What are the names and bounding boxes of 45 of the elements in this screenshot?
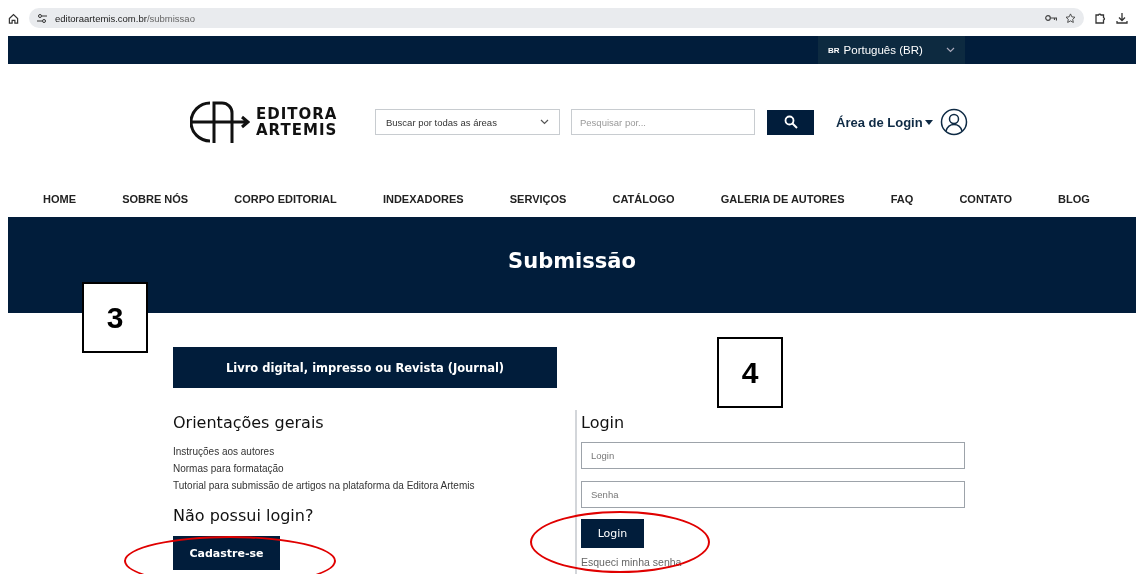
login-menu[interactable]: Área de Login: [836, 114, 933, 130]
address-bar[interactable]: editoraartemis.com.br/submissao: [29, 8, 1084, 28]
step-number: 3: [82, 282, 148, 353]
section-title: Login: [581, 413, 626, 432]
download-icon[interactable]: [1116, 12, 1128, 24]
login-button[interactable]: Login: [581, 519, 644, 548]
language-selector[interactable]: BR Português (BR): [818, 36, 965, 64]
key-icon[interactable]: [1045, 14, 1057, 22]
caret-icon: [924, 119, 933, 125]
login-field[interactable]: Login: [581, 442, 965, 469]
nav-link[interactable]: GALERIA DE AUTORES: [720, 192, 845, 205]
register-button[interactable]: Cadastre-se: [173, 536, 280, 570]
chevron-down-icon: [946, 47, 955, 53]
user-icon[interactable]: [939, 108, 968, 136]
section-title: Orientações gerais: [173, 413, 325, 432]
search-button[interactable]: [767, 109, 814, 135]
section-title: Não possui login?: [173, 506, 315, 525]
home-icon[interactable]: [8, 12, 19, 24]
nav-link[interactable]: FAQ: [890, 192, 914, 205]
nav-link[interactable]: SERVIÇOS: [509, 192, 567, 205]
page-title: Submissão: [508, 249, 636, 275]
nav-link[interactable]: SOBRE NÓS: [122, 192, 189, 205]
nav-link[interactable]: CATÁLOGO: [612, 192, 675, 205]
guideline-link[interactable]: Tutorial para submissão de artigos na plataforma da Editora Artemis: [173, 477, 575, 494]
forgot-password-link[interactable]: Esqueci minha senha: [581, 556, 965, 568]
nav-link[interactable]: BLOG: [1058, 192, 1090, 205]
nav-link[interactable]: HOME: [43, 192, 76, 205]
guideline-link[interactable]: Normas para formatação: [173, 460, 575, 477]
search-icon: [783, 115, 798, 129]
password-field[interactable]: Senha: [581, 481, 965, 508]
step-number: 4: [717, 337, 783, 408]
nav-link[interactable]: CORPO EDITORIAL: [234, 192, 337, 205]
logo-text: EDITORA ARTEMIS: [256, 106, 338, 138]
url-text: editoraartemis.com.br/submissao: [55, 12, 195, 24]
nav-link[interactable]: CONTATO: [959, 192, 1012, 205]
submission-type-button[interactable]: Livro digital, impresso ou Revista (Journal): [173, 347, 557, 388]
tune-icon[interactable]: [37, 13, 47, 23]
area-select[interactable]: Buscar por todas as áreas: [375, 109, 560, 135]
extension-icon[interactable]: [1094, 12, 1106, 24]
star-icon[interactable]: [1065, 12, 1076, 24]
search-field[interactable]: Pesquisar por...: [571, 109, 755, 135]
logo-icon: [190, 99, 250, 145]
nav-link[interactable]: INDEXADORES: [382, 192, 464, 205]
guideline-link[interactable]: Instruções aos autores: [173, 443, 575, 460]
chevron-down-icon: [540, 119, 549, 125]
